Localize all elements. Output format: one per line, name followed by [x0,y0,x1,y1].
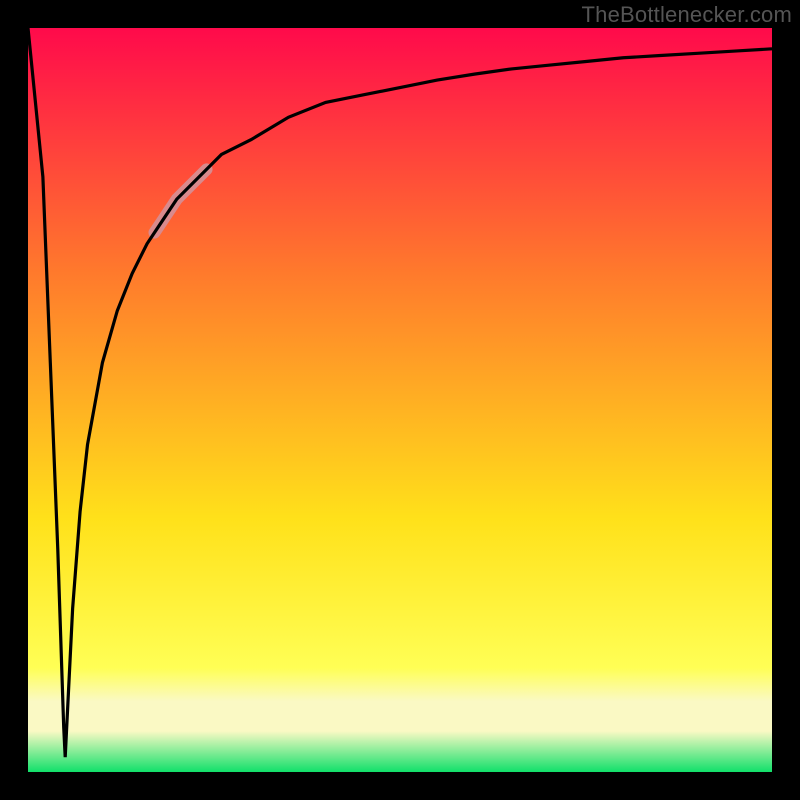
chart-canvas: TheBottlenecker.com [0,0,800,800]
plot-background [28,28,772,772]
chart-svg [0,0,800,800]
attribution-watermark: TheBottlenecker.com [582,2,792,28]
